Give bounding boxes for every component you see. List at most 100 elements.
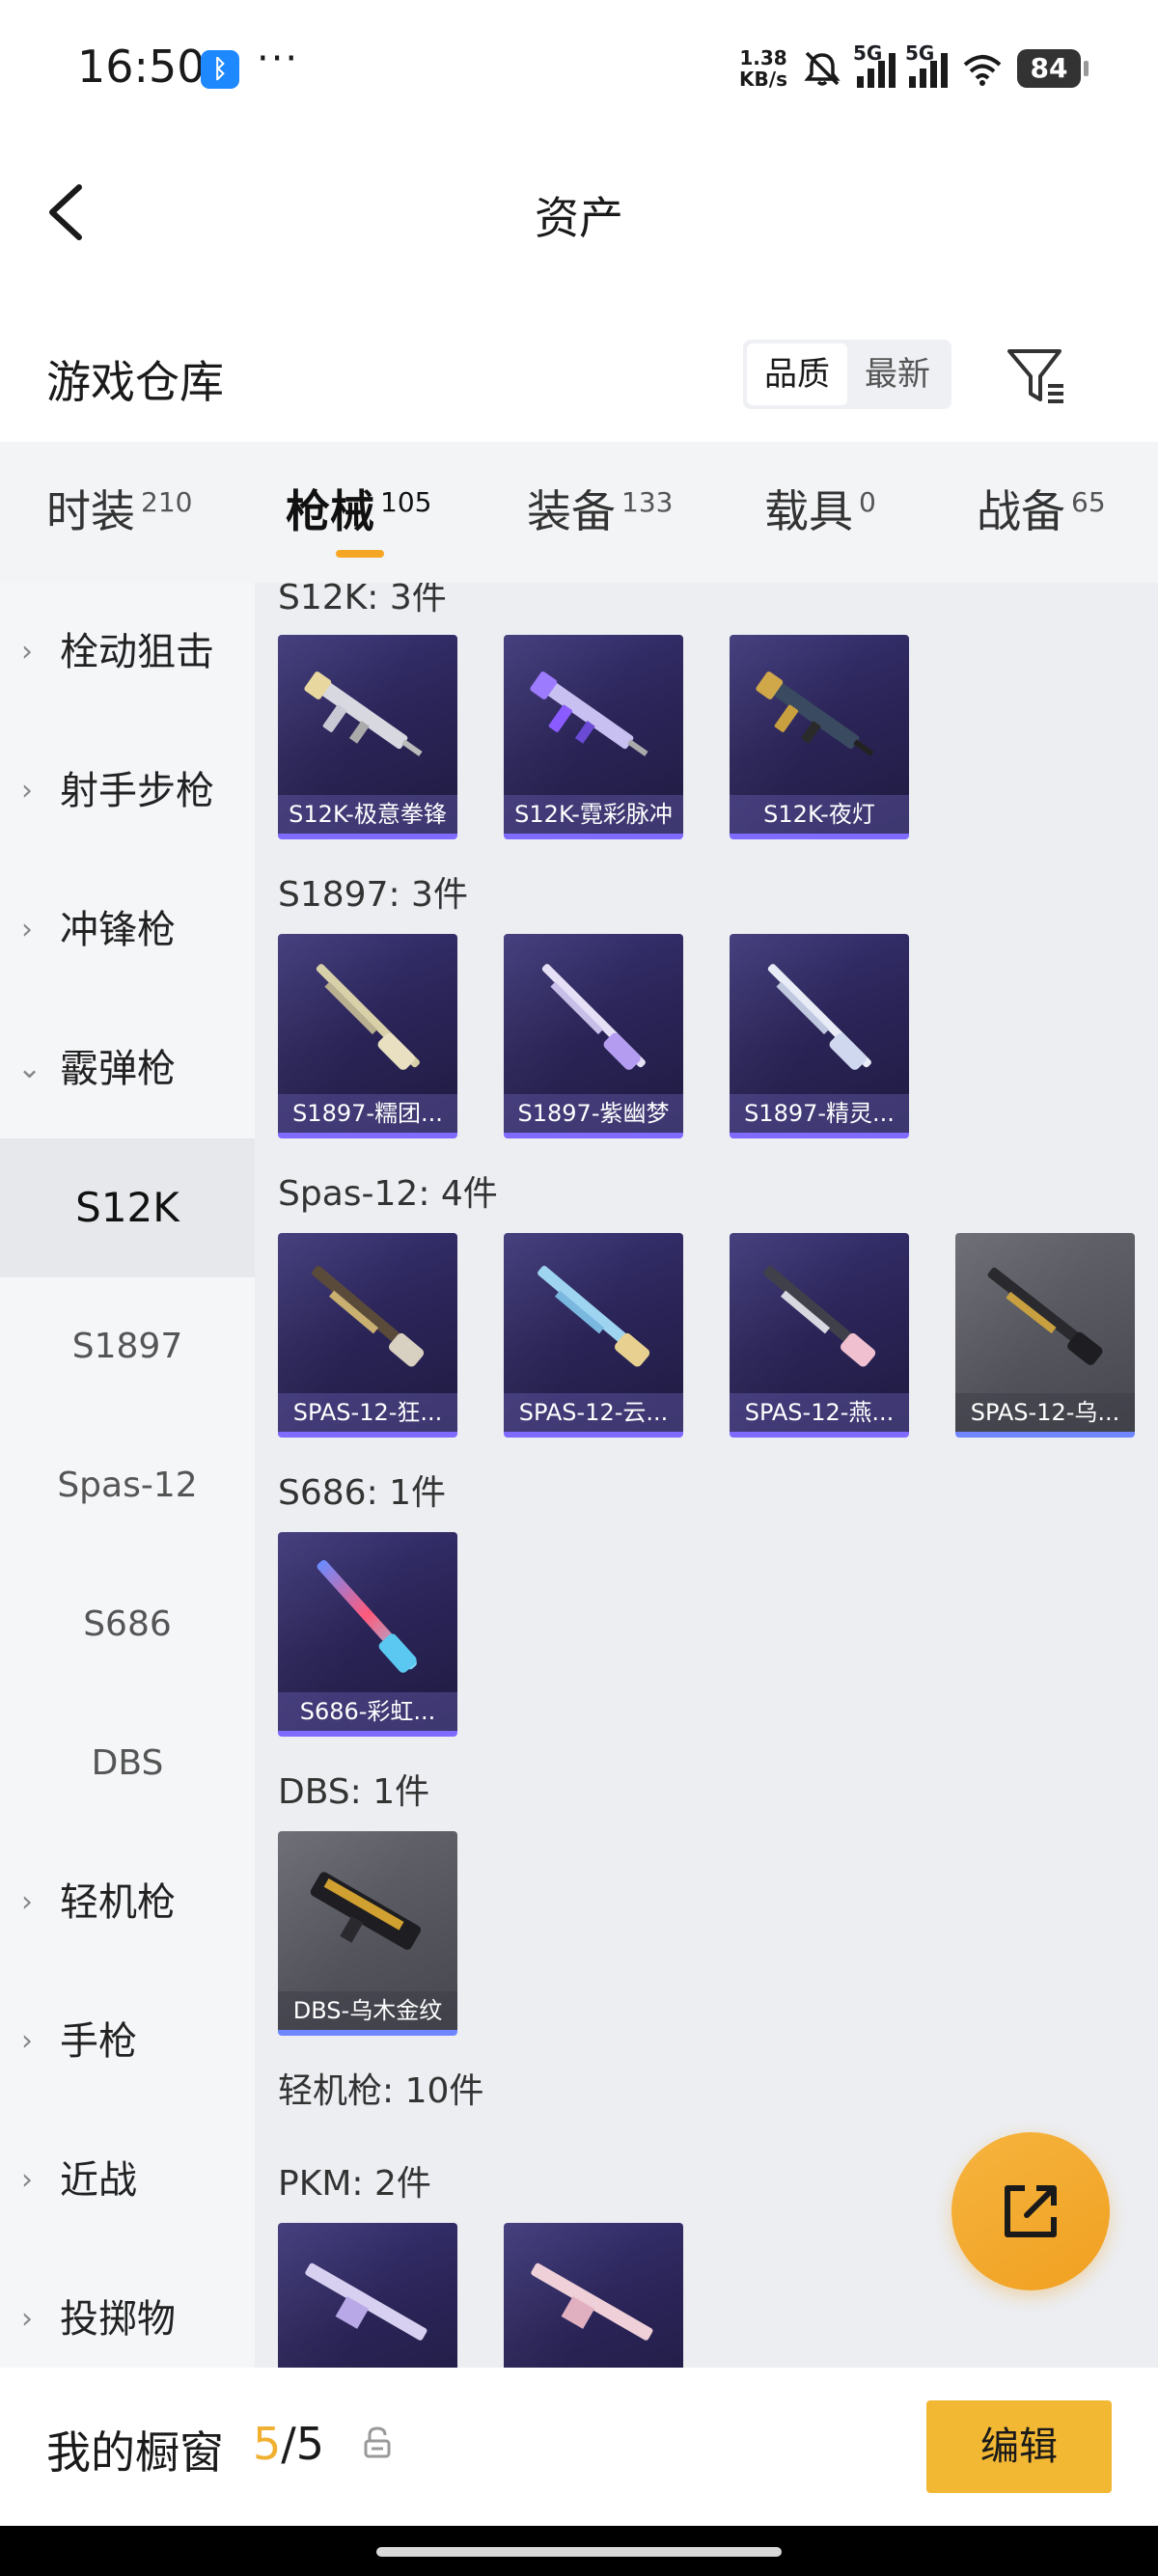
status-time: 16:50 — [77, 41, 206, 93]
signal-1-icon: 5G — [853, 41, 896, 88]
page-title: 资产 — [535, 192, 623, 244]
share-button[interactable] — [951, 2132, 1110, 2290]
showcase-count: 5/5 — [253, 2418, 324, 2470]
shotgun-icon — [767, 964, 871, 1070]
tab-fashion[interactable]: 时装 210 — [46, 477, 192, 540]
section-header: 游戏仓库 品质 最新 — [0, 328, 1158, 425]
signal-2-icon: 5G — [905, 41, 948, 88]
sort-option-newest[interactable]: 最新 — [847, 343, 948, 405]
weapon-card[interactable]: S1897-紫幽梦 — [504, 934, 683, 1138]
shotgun-icon — [317, 1560, 417, 1673]
showcase-separator: / — [281, 2418, 296, 2470]
sidebar-item-bolt-sniper[interactable]: › 栓动狙击 — [0, 583, 255, 722]
tab-vehicles[interactable]: 载具 0 — [764, 477, 876, 540]
section-title: 游戏仓库 — [46, 356, 224, 408]
share-icon — [1005, 2185, 1057, 2237]
shotgun-icon — [541, 964, 646, 1070]
tab-count: 105 — [380, 485, 432, 518]
network-speed-unit: KB/s — [739, 68, 787, 91]
tab-supplies[interactable]: 战备 65 — [977, 477, 1106, 540]
edit-button[interactable]: 编辑 — [926, 2400, 1112, 2493]
sidebar-item-throwable[interactable]: › 投掷物 — [0, 2250, 255, 2368]
network-speed-value: 1.38 — [739, 46, 787, 69]
sidebar-sub-s12k[interactable]: S12K — [0, 1138, 255, 1277]
sort-option-quality[interactable]: 品质 — [747, 343, 847, 405]
filter-icon[interactable] — [1004, 340, 1071, 409]
rifle-icon — [304, 671, 423, 756]
weapon-name: SPAS-12-乌... — [955, 1393, 1135, 1432]
machine-gun-icon — [531, 2262, 653, 2341]
chevron-right-icon: › — [21, 2163, 33, 2197]
sidebar-item-shotgun[interactable]: ⌄ 霰弹枪 — [0, 1000, 255, 1138]
status-indicators: 1.38 KB/s 5G 5G 84 — [739, 41, 1089, 93]
weapon-card[interactable]: S12K-夜灯 — [730, 635, 909, 839]
shotgun-icon — [316, 964, 420, 1070]
tab-label: 枪械 — [286, 485, 374, 537]
weapon-card[interactable]: SPAS-12-云... — [504, 1233, 683, 1438]
shotgun-icon — [987, 1267, 1103, 1365]
sidebar-item-lmg[interactable]: › 轻机枪 — [0, 1833, 255, 1972]
more-notifications-icon: ··· — [257, 37, 300, 81]
sidebar-item-label: 近战 — [60, 2158, 137, 2203]
tab-count: 133 — [621, 485, 674, 518]
chevron-down-icon: ⌄ — [17, 1052, 42, 1085]
sidebar-item-pistol[interactable]: › 手枪 — [0, 1972, 255, 2111]
weapon-grid: S12K: 3件 S12K-极意拳锋 S12K-霓彩脉冲 S12K-夜灯 S18… — [255, 583, 1158, 2368]
group-label-s686: S686: 1件 — [278, 1473, 447, 1513]
sidebar-sub-spas12[interactable]: Spas-12 — [0, 1416, 255, 1555]
sidebar-sub-s1897[interactable]: S1897 — [0, 1277, 255, 1416]
tab-label: 战备 — [977, 485, 1065, 537]
weapon-card[interactable]: S12K-极意拳锋 — [278, 635, 457, 839]
sidebar-item-label: 投掷物 — [60, 2297, 176, 2342]
group-label-spas12: Spas-12: 4件 — [278, 1174, 498, 1214]
sidebar-item-label: 射手步枪 — [60, 769, 214, 813]
weapon-name: S12K-霓彩脉冲 — [504, 795, 683, 834]
showcase-total: 5 — [295, 2418, 325, 2470]
tab-label: 时装 — [46, 485, 135, 537]
shotgun-icon — [763, 1265, 876, 1367]
sim1-tag: 5G — [853, 41, 883, 65]
weapon-card[interactable]: S686-彩虹... — [278, 1532, 457, 1737]
sidebar-sub-s686[interactable]: S686 — [0, 1555, 255, 1694]
sidebar-item-label: 手枪 — [60, 2019, 137, 2064]
home-indicator[interactable] — [376, 2547, 782, 2557]
weapon-name: SPAS-12-燕... — [730, 1393, 909, 1432]
wifi-icon — [963, 55, 1002, 86]
weapon-card[interactable]: SPAS-12-乌... — [955, 1233, 1135, 1438]
weapon-card[interactable]: SPAS-12-燕... — [730, 1233, 909, 1438]
chevron-right-icon: › — [21, 635, 33, 669]
battery-icon: 84 — [1017, 49, 1089, 88]
group-label-lmg: 轻机枪: 10件 — [278, 2071, 484, 2111]
shotgun-icon — [310, 1872, 422, 1950]
weapon-name: S12K-夜灯 — [730, 795, 909, 834]
sidebar-item-melee[interactable]: › 近战 — [0, 2111, 255, 2250]
network-speed: 1.38 KB/s — [739, 47, 787, 90]
sidebar-item-label: 轻机枪 — [60, 1880, 176, 1925]
chevron-right-icon: › — [21, 1885, 33, 1919]
weapon-card[interactable]: S12K-霓彩脉冲 — [504, 635, 683, 839]
weapon-card[interactable]: S1897-精灵... — [730, 934, 909, 1138]
weapon-card[interactable]: SPAS-12-狂... — [278, 1233, 457, 1438]
rifle-icon — [756, 671, 874, 756]
tab-active-indicator — [336, 550, 384, 558]
weapon-card[interactable]: DBS-乌木金纹 — [278, 1831, 457, 2036]
weapon-name: S1897-紫幽梦 — [504, 1094, 683, 1133]
tab-firearms[interactable]: 枪械 105 — [286, 477, 431, 540]
sidebar-item-label: 冲锋枪 — [60, 908, 176, 952]
weapon-name: SPAS-12-云... — [504, 1393, 683, 1432]
nav-bar: 资产 — [0, 145, 1158, 280]
sidebar-item-smg[interactable]: › 冲锋枪 — [0, 861, 255, 1000]
showcase-bar: 我的橱窗 5/5 编辑 — [0, 2368, 1158, 2526]
tab-equipment[interactable]: 装备 133 — [527, 477, 673, 540]
weapon-card[interactable] — [278, 2223, 457, 2368]
tab-count: 210 — [141, 485, 193, 518]
weapon-card[interactable]: S1897-糯团... — [278, 934, 457, 1138]
sidebar-item-marksman[interactable]: › 射手步枪 — [0, 722, 255, 861]
weapon-card[interactable] — [504, 2223, 683, 2368]
sidebar-sub-dbs[interactable]: DBS — [0, 1694, 255, 1833]
sim2-tag: 5G — [905, 41, 935, 65]
weapon-name: S1897-糯团... — [278, 1094, 457, 1133]
gesture-bar — [0, 2526, 1158, 2576]
chevron-right-icon: › — [21, 2024, 33, 2058]
weapon-category-sidebar: › 栓动狙击 › 射手步枪 › 冲锋枪 ⌄ 霰弹枪 S12K S1897 Spa… — [0, 583, 255, 2368]
